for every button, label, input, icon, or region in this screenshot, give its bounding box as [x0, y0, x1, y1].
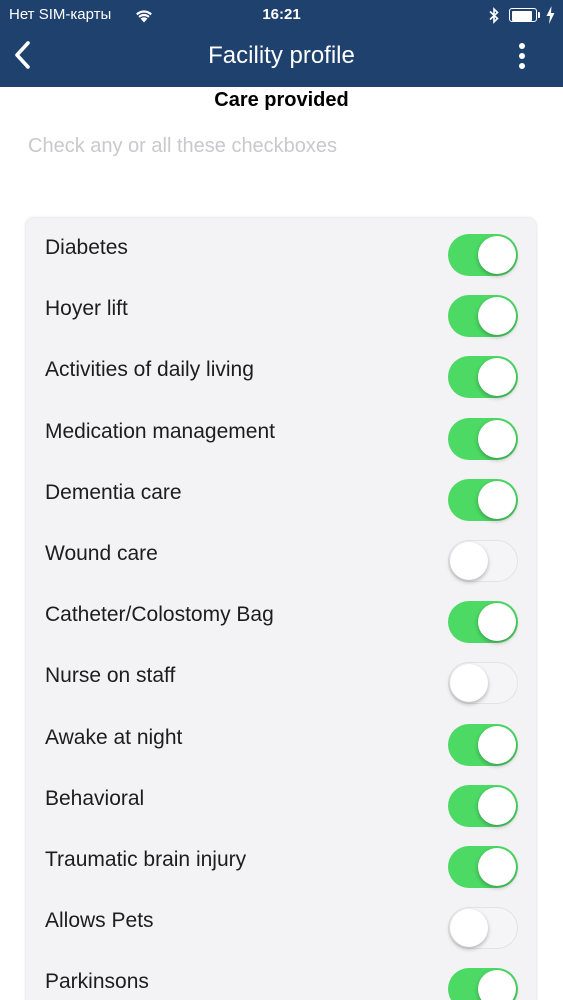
battery-icon	[509, 8, 543, 22]
care-option-row[interactable]: Medication management	[26, 402, 536, 463]
care-option-toggle[interactable]	[448, 784, 518, 827]
toggle-knob	[478, 419, 516, 458]
care-option-toggle[interactable]	[448, 417, 518, 460]
care-option-label: Nurse on staff	[45, 664, 176, 688]
care-option-toggle[interactable]	[448, 601, 518, 644]
care-option-label: Behavioral	[45, 786, 145, 810]
care-option-toggle[interactable]	[448, 295, 518, 338]
care-option-toggle[interactable]	[448, 846, 518, 888]
more-options-icon[interactable]	[510, 41, 534, 71]
care-option-row[interactable]: Traumatic brain injury	[26, 830, 536, 891]
care-option-toggle[interactable]	[448, 968, 518, 1000]
care-option-row[interactable]: Activities of daily living	[26, 340, 536, 401]
care-option-label: Allows Pets	[45, 909, 154, 933]
toggle-knob	[450, 663, 488, 702]
page-title: Facility profile	[208, 42, 355, 69]
charging-icon	[546, 6, 555, 24]
care-option-row[interactable]: Behavioral	[26, 769, 536, 830]
care-option-toggle[interactable]	[448, 662, 518, 705]
section-title: Care provided	[214, 89, 349, 111]
care-option-row[interactable]: Nurse on staff	[26, 646, 536, 707]
care-option-label: Traumatic brain injury	[45, 848, 247, 871]
care-option-label: Activities of daily living	[45, 358, 254, 382]
care-options-card: Diabetes Hoyer lift Activities of daily li…	[26, 218, 536, 1000]
section-hint: Check any or all these checkboxes	[28, 135, 338, 157]
care-option-row[interactable]: Diabetes	[26, 218, 536, 279]
care-option-row[interactable]: Hoyer lift	[26, 279, 536, 340]
care-option-row[interactable]: Parkinsons	[26, 952, 536, 1000]
care-option-toggle[interactable]	[448, 356, 518, 399]
toggle-knob	[478, 848, 516, 886]
toggle-knob	[478, 236, 516, 274]
care-option-toggle[interactable]	[448, 234, 518, 276]
care-option-toggle[interactable]	[448, 907, 518, 950]
facility-profile-screen: Нет SIM-карты 16:21 Facility profile Car…	[0, 0, 563, 1000]
care-option-row[interactable]: Wound care	[26, 524, 536, 585]
toggle-knob	[478, 480, 516, 519]
bluetooth-icon	[489, 7, 499, 24]
toggle-knob	[478, 603, 516, 642]
care-option-label: Wound care	[45, 542, 158, 565]
care-option-row[interactable]: Allows Pets	[26, 891, 536, 952]
care-option-row[interactable]: Catheter/Colostomy Bag	[26, 585, 536, 646]
care-option-label: Medication management	[45, 419, 275, 443]
toggle-knob	[450, 908, 488, 947]
toggle-knob	[450, 541, 488, 580]
status-bar: Нет SIM-карты 16:21	[0, 0, 563, 30]
toggle-knob	[478, 358, 516, 397]
care-option-label: Awake at night	[45, 725, 183, 749]
toggle-knob	[478, 786, 516, 825]
toggle-knob	[478, 725, 516, 764]
care-option-toggle[interactable]	[448, 540, 518, 582]
care-option-label: Hoyer lift	[45, 297, 128, 321]
toggle-knob	[478, 297, 516, 336]
status-time: 16:21	[262, 6, 301, 23]
care-option-toggle[interactable]	[448, 723, 518, 766]
care-option-label: Dementia care	[45, 480, 182, 504]
care-option-label: Catheter/Colostomy Bag	[45, 603, 274, 627]
care-option-label: Parkinsons	[45, 970, 149, 994]
care-option-toggle[interactable]	[448, 478, 518, 521]
care-option-row[interactable]: Dementia care	[26, 463, 536, 524]
care-option-label: Diabetes	[45, 236, 128, 259]
care-option-row[interactable]: Awake at night	[26, 708, 536, 769]
toggle-knob	[478, 970, 516, 1000]
top-bar: Нет SIM-карты 16:21 Facility profile	[0, 0, 563, 87]
